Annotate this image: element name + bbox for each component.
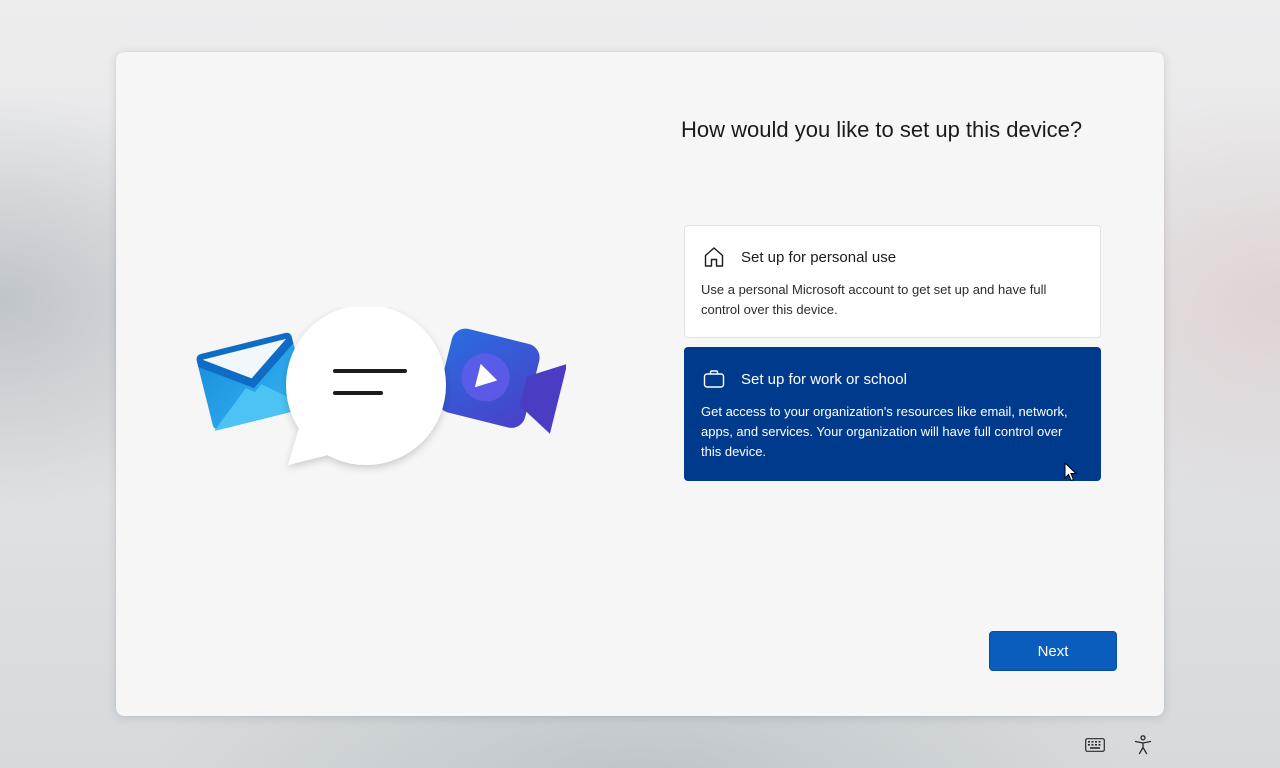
oobe-setup-window: How would you like to set up this device… bbox=[116, 52, 1164, 716]
keyboard-icon[interactable] bbox=[1083, 733, 1107, 757]
page-title: How would you like to set up this device… bbox=[681, 117, 1083, 142]
option-work-title: Set up for work or school bbox=[741, 370, 907, 388]
illustration bbox=[196, 305, 568, 477]
option-personal-use[interactable]: Set up for personal use Use a personal M… bbox=[684, 225, 1101, 338]
accessibility-icon[interactable] bbox=[1131, 733, 1155, 757]
video-camera-icon bbox=[437, 328, 568, 434]
option-personal-header: Set up for personal use bbox=[701, 244, 896, 270]
chat-bubble-icon bbox=[286, 305, 446, 465]
briefcase-icon bbox=[701, 366, 727, 392]
option-work-or-school[interactable]: Set up for work or school Get access to … bbox=[684, 347, 1101, 481]
option-personal-description: Use a personal Microsoft account to get … bbox=[701, 282, 1047, 317]
option-work-description: Get access to your organization's resour… bbox=[701, 404, 1068, 459]
home-icon bbox=[701, 244, 727, 270]
option-work-header: Set up for work or school bbox=[701, 366, 907, 392]
option-personal-title: Set up for personal use bbox=[741, 248, 897, 266]
next-button[interactable]: Next bbox=[989, 631, 1117, 671]
